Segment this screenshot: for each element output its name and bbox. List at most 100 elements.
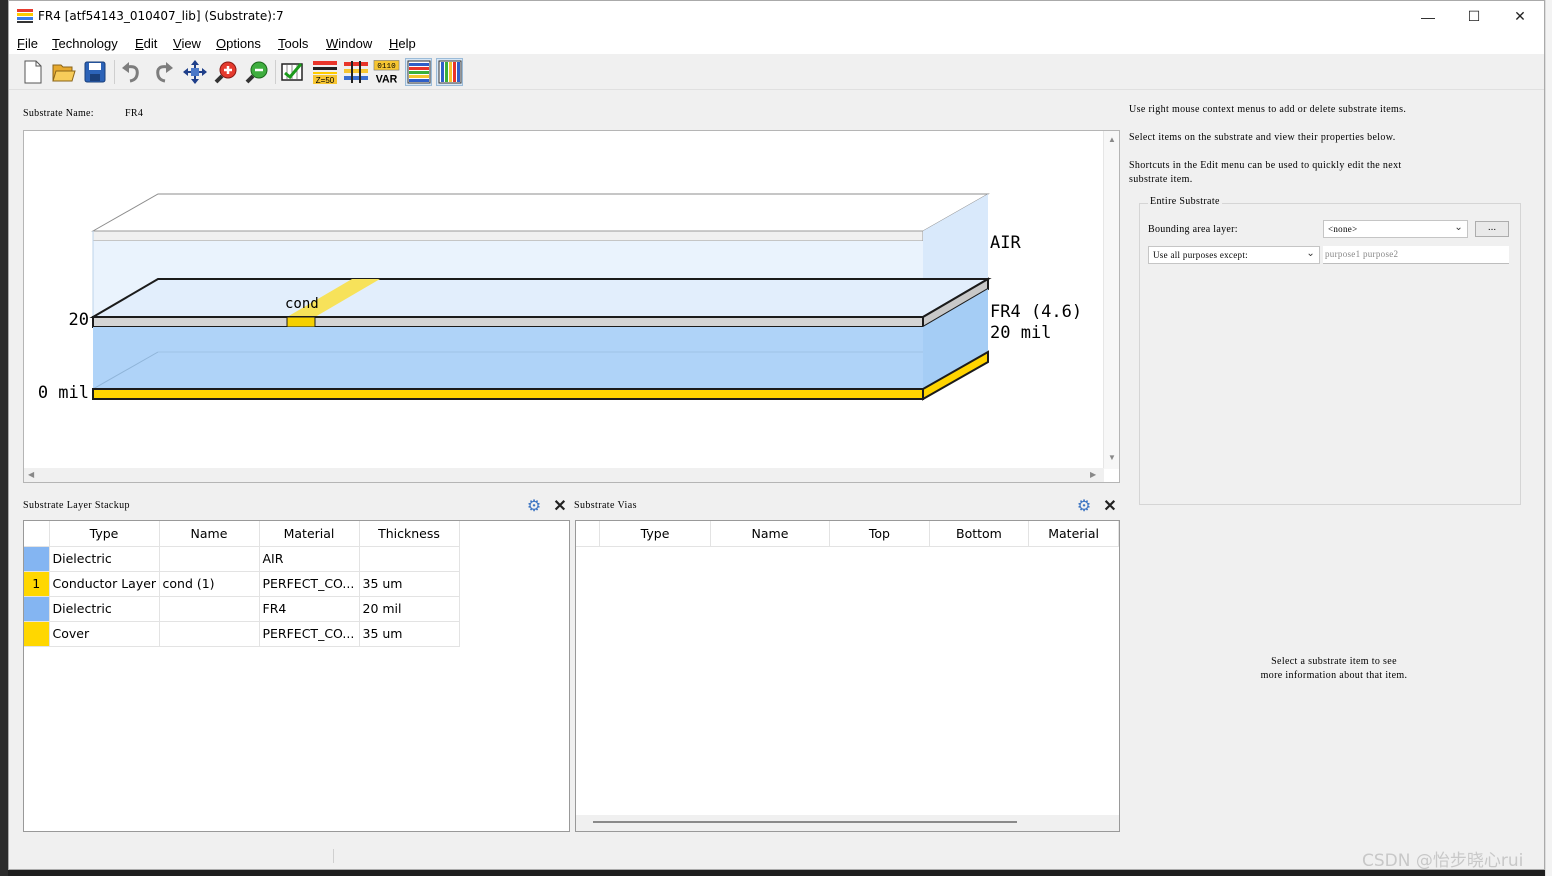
air-top-face[interactable] (91, 193, 990, 232)
air-top-edge[interactable] (92, 230, 924, 242)
menu-edit[interactable]: Edit (135, 36, 157, 51)
stackup-header-swatch (24, 521, 50, 547)
stackup-cell-thickness[interactable]: 20 mil (359, 596, 460, 622)
stackup-row[interactable]: 1 Conductor Layer cond (1) PERFECT_CO... 35 … (24, 571, 460, 597)
vertical-layers-icon[interactable] (436, 58, 463, 86)
horizontal-layers-icon[interactable] (405, 58, 432, 86)
vias-scroll-thumb[interactable] (593, 821, 1017, 823)
pan-icon[interactable] (181, 58, 208, 86)
layer-color-swatch[interactable] (24, 621, 50, 647)
purposes-mode-select[interactable]: Use all purposes except: ⌄ (1148, 246, 1320, 264)
var-text: VAR (376, 74, 398, 85)
stackup-header-material[interactable]: Material (259, 521, 360, 547)
cond-label: cond (285, 296, 319, 312)
vias-header-top[interactable]: Top (829, 521, 930, 547)
scroll-left-arrow-icon[interactable]: ◀ (28, 470, 34, 479)
vias-header-bottom[interactable]: Bottom (929, 521, 1030, 547)
help-text-3: Shortcuts in the Edit menu can be used t… (1129, 160, 1402, 171)
layer-color-swatch[interactable]: 1 (24, 571, 50, 597)
substrate-3d-view[interactable]: AIR FR4 (4.6) 20 mil cond 20 0 mil ▲ ▼ ◀… (23, 130, 1120, 483)
air-label: AIR (990, 233, 1021, 253)
menu-window[interactable]: Window (326, 36, 372, 51)
help-text-4: substrate item. (1129, 174, 1193, 185)
vias-table[interactable]: Type Name Top Bottom Material (575, 520, 1120, 832)
variable-var-icon[interactable]: 0110 VAR (373, 58, 400, 86)
undo-icon[interactable] (118, 58, 145, 86)
scroll-down-arrow-icon[interactable]: ▼ (1108, 453, 1116, 462)
diagram-vertical-scrollbar[interactable]: ▲ ▼ (1103, 131, 1119, 469)
close-button[interactable]: ✕ (1497, 1, 1543, 32)
menu-view[interactable]: View (173, 36, 201, 51)
open-folder-icon[interactable] (50, 58, 77, 86)
minimize-button[interactable]: — (1405, 1, 1451, 32)
zoom-in-icon[interactable] (212, 58, 239, 86)
cond-layer-top-face[interactable] (89, 278, 992, 318)
fr4-front-face[interactable] (93, 327, 923, 389)
vias-header-name[interactable]: Name (710, 521, 831, 547)
purposes-input[interactable]: purpose1 purpose2 (1323, 246, 1509, 264)
scroll-right-arrow-icon[interactable]: ▶ (1090, 470, 1096, 479)
redo-icon[interactable] (149, 58, 176, 86)
background-window-edge-right (1545, 0, 1552, 876)
menu-tools[interactable]: Tools (278, 36, 308, 51)
layer-color-swatch[interactable] (24, 546, 50, 572)
stackup-cell-material[interactable]: AIR (259, 546, 360, 572)
cover-layer-edge[interactable] (92, 388, 924, 400)
stackup-settings-gear-icon[interactable]: ⚙ (525, 497, 543, 515)
maximize-button[interactable]: ☐ (1451, 1, 1497, 32)
stackup-cell-material[interactable]: PERFECT_CO... (259, 571, 360, 597)
cond-trace-edge[interactable] (286, 316, 316, 328)
stackup-row[interactable]: Cover PERFECT_CO... 35 um (24, 621, 460, 647)
stackup-row[interactable]: Dielectric FR4 20 mil (24, 596, 460, 622)
substrate-diagram[interactable]: AIR FR4 (4.6) 20 mil cond 20 0 mil (24, 131, 1104, 469)
stackup-cell-thickness[interactable]: 35 um (359, 621, 460, 647)
entire-substrate-title: Entire Substrate (1148, 196, 1222, 207)
stackup-cell-type[interactable]: Cover (49, 621, 160, 647)
title-bar: FR4 [atf54143_010407_lib] (Substrate):7 … (9, 1, 1544, 32)
menu-help[interactable]: Help (389, 36, 416, 51)
impedance-z50-icon[interactable]: Z=50 (311, 58, 338, 86)
diagram-horizontal-scrollbar[interactable]: ◀ ▶ (24, 468, 1104, 482)
vias-header-material[interactable]: Material (1028, 521, 1119, 547)
vias-settings-gear-icon[interactable]: ⚙ (1075, 497, 1093, 515)
stackup-header-thickness[interactable]: Thickness (359, 521, 460, 547)
stackup-row[interactable]: Dielectric AIR (24, 546, 460, 572)
vias-close-icon[interactable]: ✕ (1101, 497, 1119, 515)
chevron-down-icon: ⌄ (1454, 222, 1463, 233)
watermark: CSDN @怡步晓心rui (1362, 851, 1524, 871)
new-file-icon[interactable] (19, 58, 46, 86)
browse-layer-button[interactable]: ... (1475, 221, 1509, 237)
scroll-up-arrow-icon[interactable]: ▲ (1108, 135, 1116, 144)
zoom-out-icon[interactable] (243, 58, 270, 86)
vias-horizontal-scrollbar[interactable] (576, 815, 1119, 831)
stackup-cell-material[interactable]: PERFECT_CO... (259, 621, 360, 647)
menu-bar: File Technology Edit View Options Tools … (9, 32, 1544, 54)
vias-header-type[interactable]: Type (599, 521, 711, 547)
stackup-cell-type[interactable]: Conductor Layer (49, 571, 160, 597)
check-icon[interactable] (279, 58, 306, 86)
background-window-edge-left (0, 0, 8, 876)
stackup-cell-name[interactable] (159, 546, 260, 572)
menu-technology[interactable]: Technology (52, 36, 118, 51)
cond-layer-edge[interactable] (92, 316, 924, 328)
layer-color-swatch[interactable] (24, 596, 50, 622)
stackup-cell-type[interactable]: Dielectric (49, 546, 160, 572)
stackup-close-icon[interactable]: ✕ (551, 497, 569, 515)
save-icon[interactable] (81, 58, 108, 86)
stackup-header-type[interactable]: Type (49, 521, 160, 547)
stackup-cell-type[interactable]: Dielectric (49, 596, 160, 622)
menu-options[interactable]: Options (216, 36, 261, 51)
stackup-header-name[interactable]: Name (159, 521, 260, 547)
stackup-cell-thickness[interactable]: 35 um (359, 571, 460, 597)
height-0-label: 0 mil (38, 383, 89, 403)
stackup-cell-material[interactable]: FR4 (259, 596, 360, 622)
bounding-area-select[interactable]: <none> ⌄ (1323, 220, 1468, 238)
vias-header-row: Type Name Top Bottom Material (576, 521, 1119, 547)
stackup-cell-name[interactable] (159, 596, 260, 622)
menu-file[interactable]: File (17, 36, 38, 51)
stackup-table[interactable]: Type Name Material Thickness Dielectric A… (23, 520, 570, 832)
stackup-cell-name[interactable] (159, 621, 260, 647)
layer-stack-icon[interactable] (342, 58, 369, 86)
stackup-cell-name[interactable]: cond (1) (159, 571, 260, 597)
stackup-cell-thickness[interactable] (359, 546, 460, 572)
